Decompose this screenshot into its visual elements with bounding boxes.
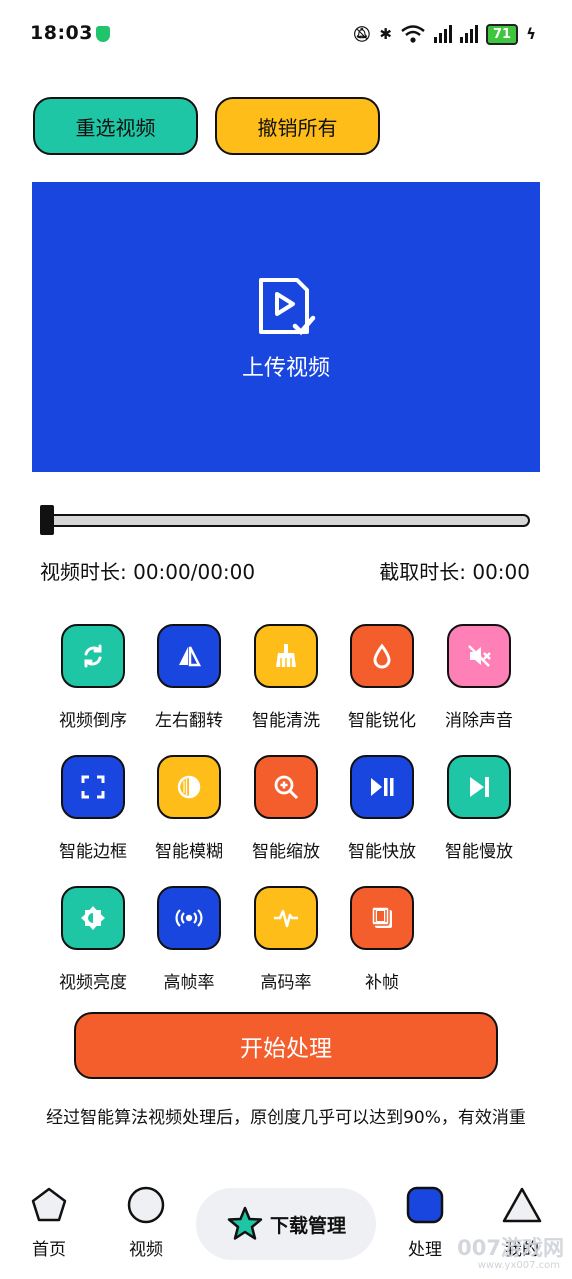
tool-zoom-in-label: 智能缩放 [252,842,320,862]
battery-indicator: 71 [486,23,519,45]
tool-waveform-label: 高码率 [260,973,312,993]
star-icon [227,1206,263,1240]
tool-waveform-button[interactable] [254,886,318,950]
status-time: 18:03 [30,22,93,44]
square-icon [406,1186,444,1224]
tool-droplet-button[interactable] [350,624,414,688]
signal-5g-icon [434,25,452,43]
tool-brightness-label: 视频亮度 [59,973,127,993]
undo-all-button[interactable]: 撤销所有 [215,97,380,155]
tool-play-pause-button[interactable] [350,755,414,819]
blur-icon [177,775,201,799]
nav-download-manager[interactable]: 下载管理 [196,1188,376,1260]
tool-mute-button[interactable] [447,624,511,688]
film-icon [371,906,392,928]
tool-refresh-label: 视频倒序 [59,711,127,731]
waveform-icon [274,909,298,928]
droplet-icon [373,643,391,669]
tool-frame-label: 智能边框 [59,842,127,862]
nav-video-label: 视频 [129,1240,163,1260]
tool-flip-horizontal-button[interactable] [157,624,221,688]
broom-icon [276,644,296,667]
trim-slider-handle[interactable] [40,505,54,535]
security-shield-icon [96,26,110,42]
tool-refresh-button[interactable] [61,624,125,688]
circle-icon [127,1186,165,1224]
mute-bell-icon: 🔕︎ [352,25,372,43]
play-pause-icon [371,778,394,796]
tool-flip-horizontal-label: 左右翻转 [155,711,223,731]
tool-play-pause-label: 智能快放 [348,842,416,862]
tool-broadcast-label: 高帧率 [163,973,215,993]
frame-icon [81,775,105,799]
skip-next-icon [470,777,489,797]
nav-process-label: 处理 [408,1240,442,1260]
charging-icon: ϟ [526,25,536,43]
broadcast-icon [175,909,203,927]
mute-icon [468,645,491,667]
brightness-icon [81,906,105,930]
tool-broom-button[interactable] [254,624,318,688]
reselect-video-button[interactable]: 重选视频 [33,97,198,155]
tool-zoom-in-button[interactable] [254,755,318,819]
triangle-icon [502,1187,542,1223]
tool-broom-label: 智能清洗 [252,711,320,731]
tool-broadcast-button[interactable] [157,886,221,950]
watermark-url: www.yx007.com [477,1260,560,1271]
tool-film-button[interactable] [350,886,414,950]
signal-5g-icon-2 [460,25,478,43]
pentagon-icon [31,1187,67,1222]
status-icons: 🔕︎ ✱ 71 ϟ [352,22,536,46]
start-processing-button[interactable]: 开始处理 [74,1012,498,1079]
tool-frame-button[interactable] [61,755,125,819]
processing-note: 经过智能算法视频处理后，原创度几乎可以达到90%，有效消重 [46,1108,526,1128]
nav-home[interactable]: 首页 [9,1185,89,1260]
tool-droplet-label: 智能锐化 [348,711,416,731]
upload-video-label: 上传视频 [241,356,330,381]
bluetooth-icon: ✱ [379,25,392,43]
tool-mute-label: 消除声音 [445,711,513,731]
clip-duration-text: 截取时长: 00:00 [379,560,530,584]
nav-process[interactable]: 处理 [385,1185,465,1260]
nav-download-label: 下载管理 [269,1214,346,1237]
tool-blur-label: 智能模糊 [155,842,223,862]
trim-slider-track[interactable] [44,514,530,527]
upload-video-icon [259,278,316,336]
tool-skip-next-button[interactable] [447,755,511,819]
flip-horizontal-icon [179,646,202,667]
video-duration-text: 视频时长: 00:00/00:00 [40,560,256,584]
status-bar: 18:03 🔕︎ ✱ 71 ϟ [0,0,572,68]
tool-blur-button[interactable] [157,755,221,819]
tool-skip-next-label: 智能慢放 [445,842,513,862]
tool-brightness-button[interactable] [61,886,125,950]
zoom-in-icon [274,775,299,800]
tool-film-label: 补帧 [365,973,399,993]
nav-home-label: 首页 [32,1240,66,1260]
refresh-icon [84,644,102,668]
wifi-icon [401,25,425,43]
watermark-text: 007游戏网 [457,1236,564,1260]
nav-video[interactable]: 视频 [106,1185,186,1260]
